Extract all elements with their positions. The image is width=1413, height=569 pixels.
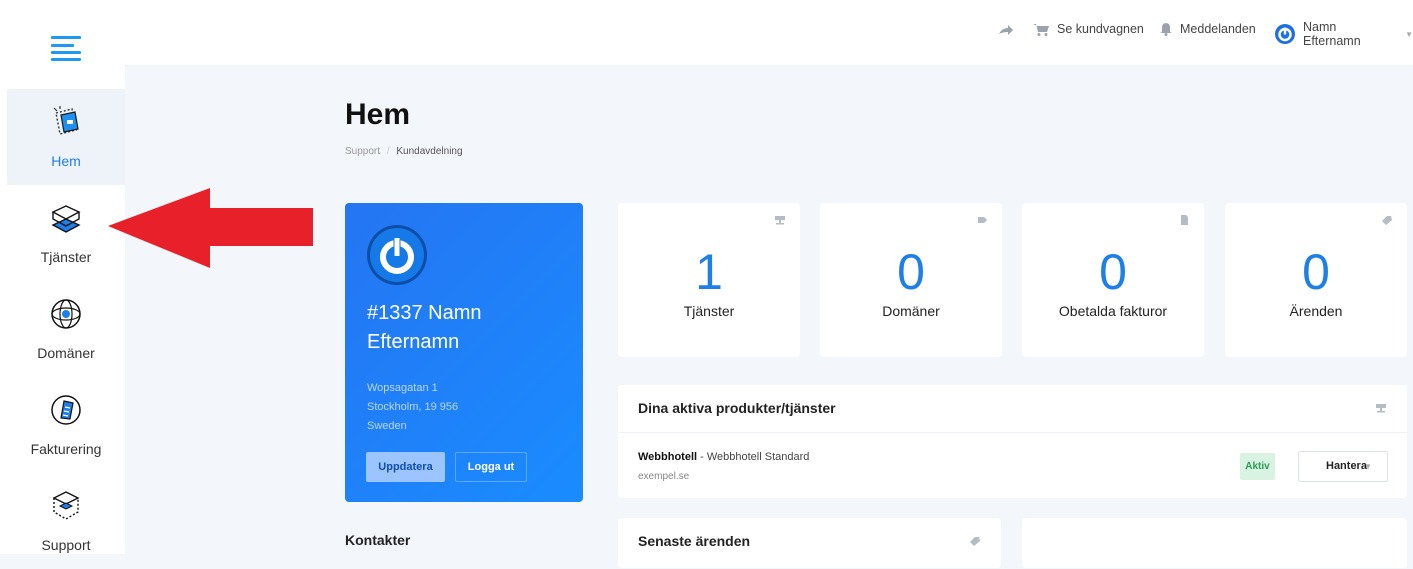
breadcrumb-parent[interactable]: Support — [345, 146, 380, 157]
status-badge: Aktiv — [1240, 453, 1275, 480]
manage-dropdown[interactable]: Hantera ▼ — [1298, 451, 1388, 482]
user-menu[interactable]: Namn Efternamn ▼ — [1275, 20, 1413, 48]
address-line: Wopsagatan 1 — [367, 382, 438, 394]
document-icon — [1181, 215, 1188, 225]
breadcrumb-current: Kundavdelning — [396, 146, 463, 157]
sidebar-item-label: Support — [41, 537, 91, 553]
sidebar-item-label: Hem — [51, 153, 81, 169]
contacts-title: Kontakter — [345, 532, 411, 548]
product-row[interactable]: Webbhotell - Webbhotell Standard — [638, 451, 809, 463]
stat-value: 0 — [897, 244, 925, 300]
support-icon — [52, 491, 80, 520]
bell-icon — [1160, 22, 1172, 36]
stat-label: Ärenden — [1289, 303, 1343, 319]
stat-card-domains[interactable]: 0 Domäner — [820, 203, 1002, 357]
services-icon — [51, 205, 81, 233]
panel-title: Dina aktiva produkter/tjänster — [638, 400, 836, 416]
profile-card: #1337 Namn Efternamn Wopsagatan 1 Stockh… — [345, 203, 583, 502]
sidebar: Hem Tjänster Domäner Fakturering Support — [0, 0, 125, 554]
sidebar-item-domaner[interactable]: Domäner — [7, 281, 125, 377]
page-title: Hem — [345, 98, 411, 131]
stat-card-invoices[interactable]: 0 Obetalda fakturor — [1022, 203, 1204, 357]
panel-title: Senaste ärenden — [638, 533, 751, 549]
product-detail: - Webbhotell Standard — [697, 451, 810, 463]
sidebar-item-label: Domäner — [37, 345, 95, 361]
sidebar-item-hem[interactable]: Hem — [7, 89, 125, 185]
share-icon — [999, 25, 1013, 35]
address-line: Sweden — [367, 420, 407, 432]
stat-label: Domäner — [882, 303, 940, 319]
recent-tickets-panel: Senaste ärenden — [618, 518, 1001, 568]
billing-icon — [51, 395, 81, 425]
divider — [618, 432, 1407, 433]
cart-link[interactable]: Se kundvagnen — [1033, 22, 1144, 36]
sidebar-item-fakturering[interactable]: Fakturering — [7, 377, 125, 473]
product-domain: exempel.se — [638, 471, 690, 482]
annotation-arrow-icon — [108, 188, 313, 268]
empty-panel — [1022, 518, 1407, 568]
tag-icon — [978, 217, 987, 223]
manage-label: Hantera — [1326, 460, 1367, 472]
chevron-down-icon: ▼ — [1364, 462, 1372, 471]
address-line: Stockholm, 19 956 — [367, 401, 459, 413]
menu-toggle-icon[interactable] — [51, 36, 81, 62]
logout-button[interactable]: Logga ut — [455, 452, 527, 482]
stat-value: 0 — [1099, 244, 1127, 300]
comment-icon — [1382, 216, 1392, 225]
cart-icon — [1033, 23, 1049, 36]
server-icon — [775, 216, 785, 225]
server-icon — [1376, 404, 1386, 413]
breadcrumb-separator: / — [386, 146, 390, 157]
comment-icon — [970, 537, 980, 546]
cart-label: Se kundvagnen — [1057, 22, 1144, 36]
messages-link[interactable]: Meddelanden — [1160, 22, 1256, 36]
update-button[interactable]: Uppdatera — [366, 452, 445, 482]
stat-card-services[interactable]: 1 Tjänster — [618, 203, 800, 357]
profile-address: Wopsagatan 1 Stockholm, 19 956 Sweden — [367, 379, 458, 436]
profile-avatar — [367, 225, 427, 285]
sidebar-item-support[interactable]: Support — [7, 473, 125, 569]
stat-label: Tjänster — [683, 303, 735, 319]
active-products-panel: Dina aktiva produkter/tjänster Webbhotel… — [618, 385, 1407, 498]
user-avatar-icon — [1275, 24, 1295, 44]
chevron-down-icon: ▼ — [1405, 29, 1413, 39]
stat-label: Obetalda fakturor — [1058, 303, 1168, 319]
profile-name: #1337 Namn Efternamn — [367, 302, 482, 353]
product-name: Webbhotell — [638, 451, 698, 463]
sidebar-item-label: Fakturering — [30, 441, 102, 457]
stat-value: 0 — [1302, 244, 1330, 300]
home-icon — [53, 106, 79, 135]
stat-card-tickets[interactable]: 0 Ärenden — [1225, 203, 1407, 357]
user-name: Namn Efternamn — [1303, 20, 1361, 48]
stat-value: 1 — [695, 244, 723, 300]
messages-label: Meddelanden — [1180, 22, 1256, 36]
top-bar: Se kundvagnen Meddelanden Namn Efternamn… — [125, 0, 1413, 66]
globe-icon — [51, 299, 81, 329]
share-button[interactable] — [999, 25, 1013, 35]
breadcrumb: Support / Kundavdelning — [345, 146, 463, 157]
